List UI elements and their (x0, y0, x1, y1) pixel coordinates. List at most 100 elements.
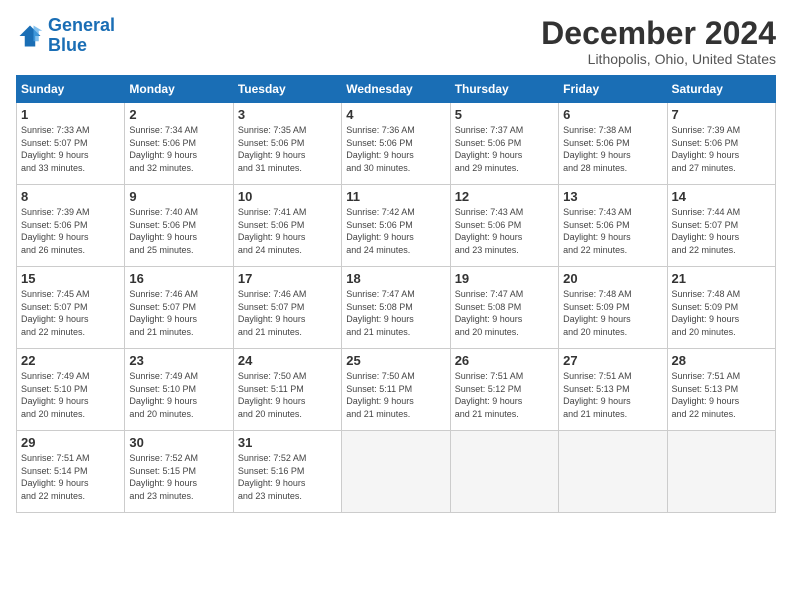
day-number: 1 (21, 107, 120, 122)
day-info: Sunrise: 7:34 AM Sunset: 5:06 PM Dayligh… (129, 124, 228, 174)
weekday-header-tuesday: Tuesday (233, 76, 341, 103)
day-number: 16 (129, 271, 228, 286)
weekday-header-wednesday: Wednesday (342, 76, 450, 103)
day-cell (342, 431, 450, 513)
day-number: 31 (238, 435, 337, 450)
day-number: 2 (129, 107, 228, 122)
day-number: 24 (238, 353, 337, 368)
day-number: 20 (563, 271, 662, 286)
day-info: Sunrise: 7:40 AM Sunset: 5:06 PM Dayligh… (129, 206, 228, 256)
day-number: 8 (21, 189, 120, 204)
day-info: Sunrise: 7:47 AM Sunset: 5:08 PM Dayligh… (455, 288, 554, 338)
day-info: Sunrise: 7:52 AM Sunset: 5:16 PM Dayligh… (238, 452, 337, 502)
day-info: Sunrise: 7:51 AM Sunset: 5:13 PM Dayligh… (672, 370, 771, 420)
day-cell: 13 Sunrise: 7:43 AM Sunset: 5:06 PM Dayli… (559, 185, 667, 267)
weekday-header-monday: Monday (125, 76, 233, 103)
week-row-5: 29 Sunrise: 7:51 AM Sunset: 5:14 PM Dayli… (17, 431, 776, 513)
day-cell (559, 431, 667, 513)
day-info: Sunrise: 7:49 AM Sunset: 5:10 PM Dayligh… (21, 370, 120, 420)
weekday-header-friday: Friday (559, 76, 667, 103)
header: General Blue December 2024 Lithopolis, O… (16, 16, 776, 67)
day-cell (450, 431, 558, 513)
day-info: Sunrise: 7:33 AM Sunset: 5:07 PM Dayligh… (21, 124, 120, 174)
day-cell: 18Sunrise: 7:47 AM Sunset: 5:08 PM Dayli… (342, 267, 450, 349)
day-cell: 14Sunrise: 7:44 AM Sunset: 5:07 PM Dayli… (667, 185, 775, 267)
day-cell: 15 Sunrise: 7:45 AM Sunset: 5:07 PM Dayli… (17, 267, 125, 349)
day-cell: 17 Sunrise: 7:46 AM Sunset: 5:07 PM Dayli… (233, 267, 341, 349)
day-number: 11 (346, 189, 445, 204)
day-info: Sunrise: 7:51 AM Sunset: 5:12 PM Dayligh… (455, 370, 554, 420)
day-number: 17 (238, 271, 337, 286)
day-number: 6 (563, 107, 662, 122)
day-number: 4 (346, 107, 445, 122)
day-cell: 6Sunrise: 7:38 AM Sunset: 5:06 PM Daylig… (559, 103, 667, 185)
day-info: Sunrise: 7:43 AM Sunset: 5:06 PM Dayligh… (455, 206, 554, 256)
week-row-4: 22 Sunrise: 7:49 AM Sunset: 5:10 PM Dayli… (17, 349, 776, 431)
day-info: Sunrise: 7:37 AM Sunset: 5:06 PM Dayligh… (455, 124, 554, 174)
day-info: Sunrise: 7:42 AM Sunset: 5:06 PM Dayligh… (346, 206, 445, 256)
day-info: Sunrise: 7:39 AM Sunset: 5:06 PM Dayligh… (21, 206, 120, 256)
day-number: 13 (563, 189, 662, 204)
month-title: December 2024 (541, 16, 776, 51)
day-number: 3 (238, 107, 337, 122)
day-cell: 2 Sunrise: 7:34 AM Sunset: 5:06 PM Daylig… (125, 103, 233, 185)
day-info: Sunrise: 7:45 AM Sunset: 5:07 PM Dayligh… (21, 288, 120, 338)
day-cell: 28 Sunrise: 7:51 AM Sunset: 5:13 PM Dayli… (667, 349, 775, 431)
weekday-header-row: SundayMondayTuesdayWednesdayThursdayFrid… (17, 76, 776, 103)
day-info: Sunrise: 7:43 AM Sunset: 5:06 PM Dayligh… (563, 206, 662, 256)
day-number: 9 (129, 189, 228, 204)
day-number: 28 (672, 353, 771, 368)
weekday-header-saturday: Saturday (667, 76, 775, 103)
day-info: Sunrise: 7:50 AM Sunset: 5:11 PM Dayligh… (346, 370, 445, 420)
day-info: Sunrise: 7:51 AM Sunset: 5:13 PM Dayligh… (563, 370, 662, 420)
day-info: Sunrise: 7:39 AM Sunset: 5:06 PM Dayligh… (672, 124, 771, 174)
location: Lithopolis, Ohio, United States (541, 51, 776, 67)
week-row-3: 15 Sunrise: 7:45 AM Sunset: 5:07 PM Dayli… (17, 267, 776, 349)
day-info: Sunrise: 7:52 AM Sunset: 5:15 PM Dayligh… (129, 452, 228, 502)
day-cell: 7 Sunrise: 7:39 AM Sunset: 5:06 PM Daylig… (667, 103, 775, 185)
weekday-header-thursday: Thursday (450, 76, 558, 103)
day-info: Sunrise: 7:50 AM Sunset: 5:11 PM Dayligh… (238, 370, 337, 420)
title-block: December 2024 Lithopolis, Ohio, United S… (541, 16, 776, 67)
day-cell: 4Sunrise: 7:36 AM Sunset: 5:06 PM Daylig… (342, 103, 450, 185)
day-cell: 20 Sunrise: 7:48 AM Sunset: 5:09 PM Dayli… (559, 267, 667, 349)
week-row-1: 1 Sunrise: 7:33 AM Sunset: 5:07 PM Daylig… (17, 103, 776, 185)
day-info: Sunrise: 7:48 AM Sunset: 5:09 PM Dayligh… (563, 288, 662, 338)
day-cell: 26 Sunrise: 7:51 AM Sunset: 5:12 PM Dayli… (450, 349, 558, 431)
day-cell: 30 Sunrise: 7:52 AM Sunset: 5:15 PM Dayli… (125, 431, 233, 513)
logo: General Blue (16, 16, 115, 56)
day-info: Sunrise: 7:48 AM Sunset: 5:09 PM Dayligh… (672, 288, 771, 338)
day-number: 7 (672, 107, 771, 122)
day-number: 22 (21, 353, 120, 368)
day-cell: 1 Sunrise: 7:33 AM Sunset: 5:07 PM Daylig… (17, 103, 125, 185)
day-number: 18 (346, 271, 445, 286)
day-cell: 24 Sunrise: 7:50 AM Sunset: 5:11 PM Dayli… (233, 349, 341, 431)
day-number: 30 (129, 435, 228, 450)
day-number: 25 (346, 353, 445, 368)
day-cell: 25 Sunrise: 7:50 AM Sunset: 5:11 PM Dayli… (342, 349, 450, 431)
day-info: Sunrise: 7:41 AM Sunset: 5:06 PM Dayligh… (238, 206, 337, 256)
day-number: 15 (21, 271, 120, 286)
day-cell: 10Sunrise: 7:41 AM Sunset: 5:06 PM Dayli… (233, 185, 341, 267)
day-cell: 21 Sunrise: 7:48 AM Sunset: 5:09 PM Dayli… (667, 267, 775, 349)
logo-line1: General (48, 15, 115, 35)
day-info: Sunrise: 7:46 AM Sunset: 5:07 PM Dayligh… (238, 288, 337, 338)
day-number: 29 (21, 435, 120, 450)
day-number: 27 (563, 353, 662, 368)
day-info: Sunrise: 7:46 AM Sunset: 5:07 PM Dayligh… (129, 288, 228, 338)
day-number: 26 (455, 353, 554, 368)
day-info: Sunrise: 7:49 AM Sunset: 5:10 PM Dayligh… (129, 370, 228, 420)
day-cell: 27 Sunrise: 7:51 AM Sunset: 5:13 PM Dayli… (559, 349, 667, 431)
day-number: 21 (672, 271, 771, 286)
day-cell: 19 Sunrise: 7:47 AM Sunset: 5:08 PM Dayli… (450, 267, 558, 349)
day-cell: 8 Sunrise: 7:39 AM Sunset: 5:06 PM Daylig… (17, 185, 125, 267)
day-info: Sunrise: 7:51 AM Sunset: 5:14 PM Dayligh… (21, 452, 120, 502)
day-cell: 11 Sunrise: 7:42 AM Sunset: 5:06 PM Dayli… (342, 185, 450, 267)
day-info: Sunrise: 7:35 AM Sunset: 5:06 PM Dayligh… (238, 124, 337, 174)
logo-line2: Blue (48, 35, 87, 55)
day-number: 19 (455, 271, 554, 286)
day-number: 12 (455, 189, 554, 204)
day-number: 5 (455, 107, 554, 122)
day-cell (667, 431, 775, 513)
weekday-header-sunday: Sunday (17, 76, 125, 103)
